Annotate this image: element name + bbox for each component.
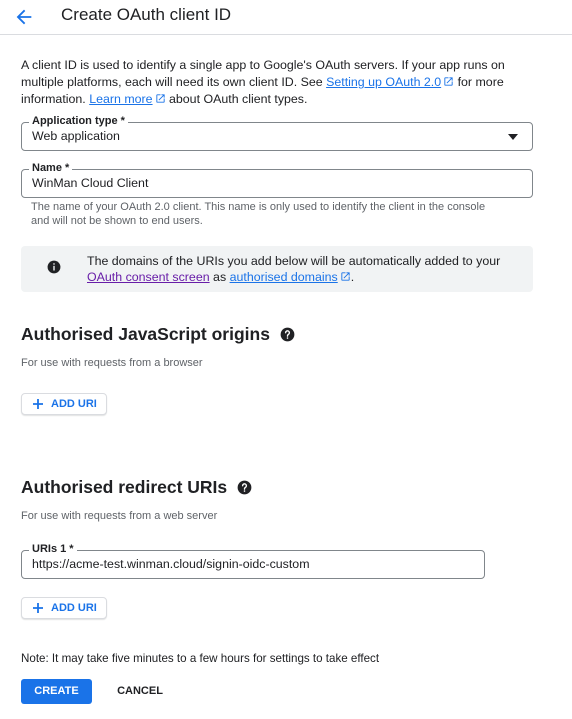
intro-text: A client ID is used to identify a single…	[21, 57, 541, 108]
name-field[interactable]: Name * WinMan Cloud Client	[21, 162, 533, 198]
add-redirect-uri-button[interactable]: ADD URI	[21, 597, 107, 619]
domains-info-box: The domains of the URIs you add below wi…	[21, 246, 533, 292]
oauth-consent-screen-link[interactable]: OAuth consent screen	[87, 270, 210, 284]
application-type-value: Web application	[32, 129, 120, 143]
name-helper-text: The name of your OAuth 2.0 client. This …	[31, 201, 486, 227]
js-origins-heading: Authorised JavaScript origins	[21, 324, 295, 345]
redirect-uri-field[interactable]: URIs 1 * https://acme-test.winman.cloud/…	[21, 543, 485, 579]
redirect-uris-subtitle: For use with requests from a web server	[21, 510, 218, 522]
learn-more-link[interactable]: Learn more	[89, 92, 152, 106]
add-uri-label: ADD URI	[51, 398, 97, 410]
intro-text-after: about OAuth client types.	[165, 92, 308, 106]
application-type-label: Application type *	[29, 115, 128, 127]
open-in-new-icon	[155, 94, 165, 103]
redirect-uri-value: https://acme-test.winman.cloud/signin-oi…	[32, 557, 310, 571]
arrow-back-icon[interactable]	[12, 6, 36, 28]
domains-info-text: The domains of the URIs you add below wi…	[87, 253, 517, 285]
plus-icon	[33, 603, 43, 613]
info-text-before: The domains of the URIs you add below wi…	[87, 254, 501, 268]
help-icon[interactable]	[237, 480, 252, 495]
add-uri-label: ADD URI	[51, 602, 97, 614]
help-icon[interactable]	[280, 327, 295, 342]
page-title: Create OAuth client ID	[61, 5, 232, 24]
authorised-domains-link[interactable]: authorised domains	[230, 270, 338, 284]
name-value: WinMan Cloud Client	[32, 176, 149, 190]
plus-icon	[33, 399, 43, 409]
cancel-button[interactable]: CANCEL	[106, 679, 174, 704]
redirect-uris-title: Authorised redirect URIs	[21, 477, 228, 497]
js-origins-title: Authorised JavaScript origins	[21, 324, 270, 344]
settings-note: Note: It may take five minutes to a few …	[21, 652, 380, 665]
add-js-origin-uri-button[interactable]: ADD URI	[21, 393, 107, 415]
dropdown-arrow-icon	[508, 134, 518, 140]
name-label: Name *	[29, 162, 73, 174]
info-icon	[47, 260, 61, 274]
info-text-middle: as	[209, 270, 230, 284]
setting-up-oauth-link[interactable]: Setting up OAuth 2.0	[326, 75, 441, 89]
top-app-bar: Create OAuth client ID	[0, 0, 572, 35]
js-origins-subtitle: For use with requests from a browser	[21, 357, 203, 369]
redirect-uris-heading: Authorised redirect URIs	[21, 477, 252, 498]
create-button[interactable]: CREATE	[21, 679, 92, 704]
application-type-select[interactable]: Application type * Web application	[21, 115, 533, 151]
redirect-uri-label: URIs 1 *	[29, 543, 77, 555]
open-in-new-icon	[341, 272, 350, 281]
info-text-after: .	[350, 270, 355, 284]
open-in-new-icon	[444, 77, 453, 86]
